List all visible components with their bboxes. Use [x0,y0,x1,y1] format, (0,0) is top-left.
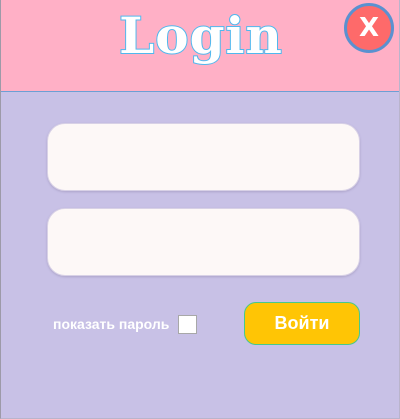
login-button-label: Войти [274,313,330,333]
close-icon: X [358,13,380,43]
show-password-checkbox[interactable] [178,314,198,334]
show-password-row: показать пароль [53,312,198,336]
close-button[interactable]: X [344,3,394,53]
header-bar: Login X [1,0,399,92]
show-password-label: показать пароль [53,316,170,332]
window-title: Login [118,5,283,66]
password-field[interactable] [47,208,360,276]
login-button[interactable]: Войти [244,302,360,345]
username-field[interactable] [47,123,360,191]
login-window: Login X показать пароль Войти [0,0,400,419]
